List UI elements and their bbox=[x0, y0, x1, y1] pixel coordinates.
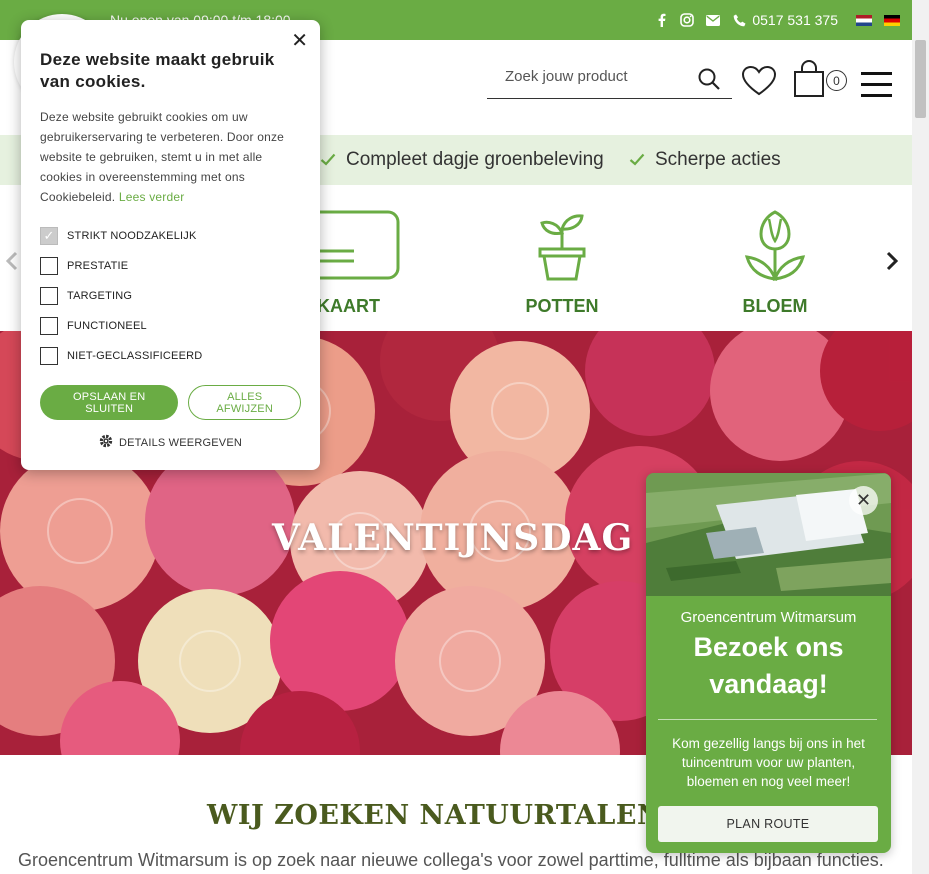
search-bar bbox=[487, 60, 732, 99]
cookie-consent-modal: ✕ Deze website maakt gebruik van cookies… bbox=[21, 20, 320, 470]
carousel-prev-arrow-icon[interactable] bbox=[5, 247, 18, 278]
flag-de-icon[interactable] bbox=[884, 14, 900, 26]
checkbox-checked-icon[interactable]: ✓ bbox=[40, 227, 58, 245]
search-input[interactable] bbox=[505, 68, 685, 85]
cookie-option-targeting: TARGETING bbox=[40, 281, 301, 311]
cookie-option-unclassified: NIET-GECLASSIFICEERD bbox=[40, 341, 301, 371]
reject-all-button[interactable]: ALLES AFWIJZEN bbox=[188, 385, 301, 420]
cookie-option-label: STRIKT NOODZAKELIJK bbox=[67, 230, 197, 242]
checkbox[interactable] bbox=[40, 257, 58, 275]
read-more-link[interactable]: Lees verder bbox=[119, 190, 185, 204]
tulip-icon bbox=[744, 210, 806, 281]
category-bloem[interactable]: BLOEM bbox=[715, 209, 835, 317]
cookie-options: ✓ STRIKT NOODZAKELIJK PRESTATIE TARGETIN… bbox=[40, 221, 301, 371]
facebook-icon[interactable] bbox=[654, 13, 668, 27]
phone-number: 0517 531 375 bbox=[752, 12, 838, 28]
checkbox[interactable] bbox=[40, 317, 58, 335]
page-scrollbar[interactable] bbox=[912, 0, 929, 874]
scrollbar-thumb[interactable] bbox=[915, 40, 926, 118]
top-bar-links: 0517 531 375 bbox=[654, 0, 900, 40]
check-icon bbox=[629, 150, 645, 171]
wishlist-heart-icon[interactable] bbox=[741, 65, 777, 101]
cookie-body: Deze website gebruikt cookies om uw gebr… bbox=[40, 107, 301, 207]
category-label: POTTEN bbox=[525, 296, 599, 316]
check-icon bbox=[320, 150, 336, 171]
show-details-link[interactable]: DETAILS WEERGEVEN bbox=[40, 434, 301, 451]
instagram-icon[interactable] bbox=[680, 13, 695, 27]
popup-headline-line: Bezoek ons bbox=[693, 632, 844, 662]
popup-subtitle: Groencentrum Witmarsum bbox=[680, 609, 857, 626]
phone-icon bbox=[732, 13, 746, 27]
close-icon[interactable]: ✕ bbox=[291, 28, 308, 53]
cookie-title: Deze website maakt gebruik van cookies. bbox=[40, 50, 275, 91]
usp-item: Compleet dagje groenbeleving bbox=[320, 149, 604, 171]
popup-headline: Bezoek ons vandaag! bbox=[646, 629, 891, 703]
category-potten[interactable]: POTTEN bbox=[502, 209, 622, 317]
hero-title: VALENTIJNSDAG bbox=[272, 517, 634, 559]
details-label: DETAILS WEERGEVEN bbox=[119, 436, 242, 449]
cookie-option-label: TARGETING bbox=[67, 290, 133, 302]
checkbox[interactable] bbox=[40, 347, 58, 365]
cookie-option-strict: ✓ STRIKT NOODZAKELIJK bbox=[40, 221, 301, 251]
cookie-option-performance: PRESTATIE bbox=[40, 251, 301, 281]
visit-popup: ✕ Groencentrum Witmarsum Bezoek ons vand… bbox=[646, 473, 891, 853]
shopping-bag-icon[interactable] bbox=[793, 60, 825, 103]
usp-label: Compleet dagje groenbeleving bbox=[346, 149, 604, 170]
carousel-next-arrow-icon[interactable] bbox=[886, 247, 899, 278]
usp-item: Scherpe acties bbox=[629, 149, 781, 171]
phone-link[interactable]: 0517 531 375 bbox=[732, 12, 838, 28]
cart-count-badge: 0 bbox=[826, 70, 847, 91]
usp-label: Scherpe acties bbox=[655, 149, 781, 170]
save-and-close-button[interactable]: OPSLAAN EN SLUITEN bbox=[40, 385, 179, 420]
mail-icon[interactable] bbox=[706, 13, 721, 27]
section-title: WIJ ZOEKEN NATUURTALENT bbox=[207, 800, 683, 831]
popup-divider bbox=[658, 719, 877, 720]
checkbox[interactable] bbox=[40, 287, 58, 305]
flag-nl-icon[interactable] bbox=[856, 14, 872, 26]
cookie-option-functional: FUNCTIONEEL bbox=[40, 311, 301, 341]
plan-route-button[interactable]: PLAN ROUTE bbox=[658, 806, 878, 842]
gear-icon bbox=[99, 434, 113, 451]
popup-headline-line: vandaag! bbox=[709, 669, 828, 699]
search-icon[interactable] bbox=[698, 68, 720, 95]
category-label: BLOEM bbox=[742, 296, 808, 316]
cookie-option-label: FUNCTIONEEL bbox=[67, 320, 147, 332]
hamburger-menu-icon[interactable] bbox=[861, 72, 892, 98]
pot-plant-icon bbox=[538, 214, 586, 281]
cookie-option-label: PRESTATIE bbox=[67, 260, 129, 272]
popup-close-icon[interactable]: ✕ bbox=[849, 486, 878, 515]
cookie-buttons: OPSLAAN EN SLUITEN ALLES AFWIJZEN bbox=[40, 385, 301, 420]
cookie-option-label: NIET-GECLASSIFICEERD bbox=[67, 350, 203, 362]
popup-text: Kom gezellig langs bij ons in het tuince… bbox=[672, 736, 865, 789]
section-text: Groencentrum Witmarsum is op zoek naar n… bbox=[18, 850, 884, 870]
